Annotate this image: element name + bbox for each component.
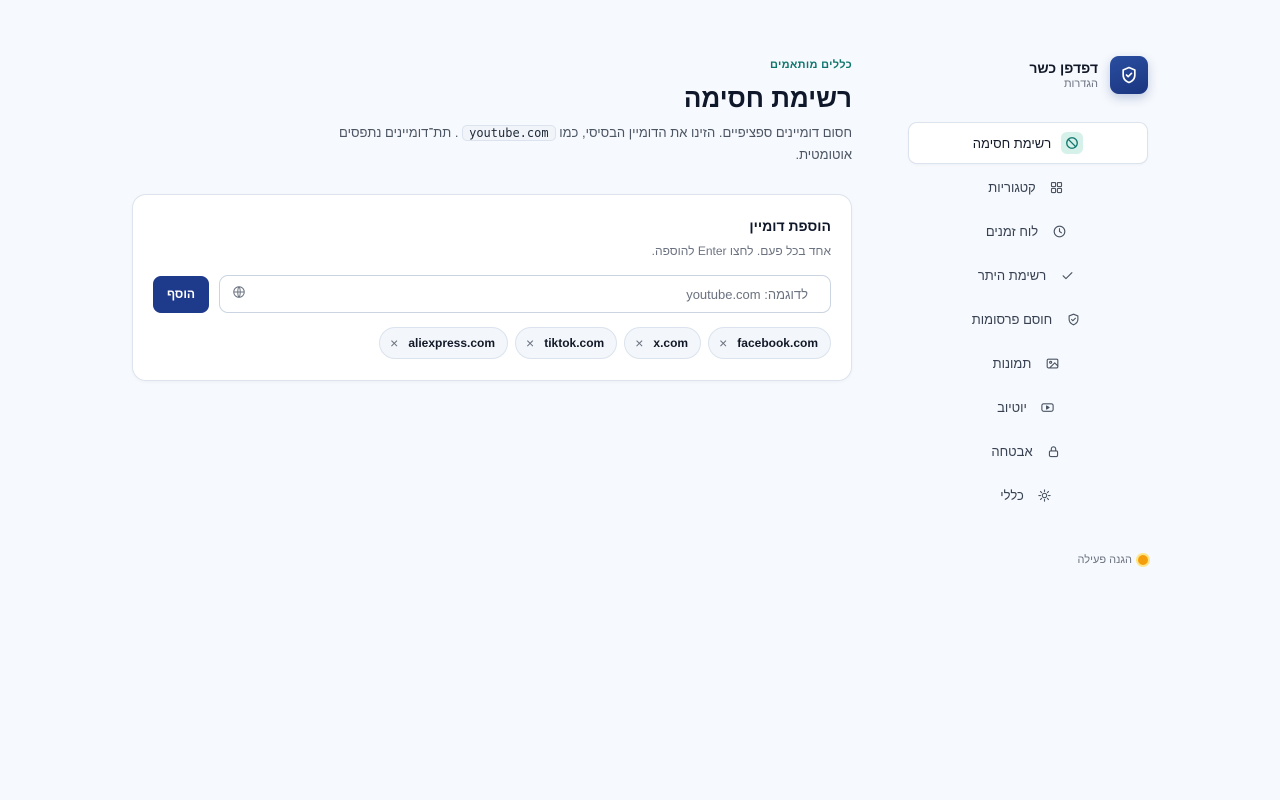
sidebar-item-label: רשימת היתר xyxy=(977,267,1047,283)
remove-domain-icon[interactable]: × xyxy=(526,336,534,350)
domain-input[interactable] xyxy=(256,286,818,302)
sidebar-item-label: רשימת חסימה xyxy=(972,135,1052,151)
brand-subtitle: הגדרות xyxy=(1063,78,1098,90)
domain-chip: aliexpress.com × xyxy=(379,327,509,359)
shield-logo-icon xyxy=(1110,56,1148,94)
section-eyebrow: כללים מותאמים xyxy=(769,59,852,71)
sidebar-item-label: כללי xyxy=(1000,487,1024,503)
domain-chip-label: tiktok.com xyxy=(544,336,605,350)
sidebar-item-label: לוח זמנים xyxy=(985,223,1039,239)
sidebar: דפדפן כשר הגדרות רשימת חסימה קטגוריות לו… xyxy=(908,56,1148,566)
add-domain-row: הוסף xyxy=(153,275,831,313)
sidebar-item-general[interactable]: כללי xyxy=(908,474,1148,516)
domain-chip-label: facebook.com xyxy=(737,336,818,350)
domain-chips: facebook.com × x.com × tiktok.com × alie… xyxy=(153,327,831,359)
sidebar-item-label: קטגוריות xyxy=(988,179,1036,195)
sidebar-item-schedule[interactable]: לוח זמנים xyxy=(908,210,1148,252)
status-dot xyxy=(1138,555,1148,565)
main-content: כללים מותאמים רשימת חסימה חסום דומיינים … xyxy=(132,58,852,381)
domain-input-wrapper xyxy=(219,275,831,313)
grid-icon xyxy=(1046,176,1068,198)
domain-chip: facebook.com × xyxy=(708,327,831,359)
sidebar-item-label: תמונות xyxy=(992,355,1032,371)
domain-chip: tiktok.com × xyxy=(515,327,618,359)
domain-chip-label: x.com xyxy=(653,336,689,350)
image-icon xyxy=(1041,352,1063,374)
sidebar-item-label: חוסם פרסומות xyxy=(971,311,1053,327)
brand: דפדפן כשר הגדרות xyxy=(908,56,1148,94)
sidebar-item-allowlist[interactable]: רשימת היתר xyxy=(908,254,1148,296)
description-text: חסום דומיינים ספציפיים. הזינו את הדומיין… xyxy=(559,125,852,140)
card-title: הוספת דומיין xyxy=(749,218,831,234)
page-title: רשימת חסימה xyxy=(683,83,852,113)
remove-domain-icon[interactable]: × xyxy=(635,336,643,350)
sidebar-nav: רשימת חסימה קטגוריות לוח זמנים רשימת הית… xyxy=(908,122,1148,516)
shield-icon xyxy=(1062,308,1084,330)
lock-icon xyxy=(1043,440,1065,462)
brand-name: דפדפן כשר xyxy=(1029,60,1098,76)
add-domain-button[interactable]: הוסף xyxy=(153,275,209,313)
block-icon xyxy=(1061,132,1084,154)
sidebar-item-label: אבטחה xyxy=(991,443,1033,459)
sidebar-item-youtube[interactable]: יוטיוב xyxy=(908,386,1148,428)
clock-icon xyxy=(1048,220,1070,242)
add-domain-card: הוספת דומיין אחד בכל פעם. לחצו Enter להו… xyxy=(132,194,852,381)
page-description: חסום דומיינים ספציפיים. הזינו את הדומיין… xyxy=(312,122,852,166)
status-label: הגנה פעילה xyxy=(1077,554,1132,566)
protection-status: הגנה פעילה xyxy=(1078,554,1148,566)
remove-domain-icon[interactable]: × xyxy=(719,336,727,350)
sidebar-item-security[interactable]: אבטחה xyxy=(908,430,1148,472)
globe-icon xyxy=(232,285,246,304)
sidebar-item-categories[interactable]: קטגוריות xyxy=(908,166,1148,208)
domain-chip: x.com × xyxy=(624,327,702,359)
domain-chip-label: aliexpress.com xyxy=(408,336,496,350)
sidebar-item-blocklist[interactable]: רשימת חסימה xyxy=(908,122,1148,164)
sidebar-item-label: יוטיוב xyxy=(997,399,1027,415)
remove-domain-icon[interactable]: × xyxy=(390,336,398,350)
youtube-icon xyxy=(1037,396,1059,418)
card-subtitle: אחד בכל פעם. לחצו Enter להוספה. xyxy=(651,244,831,258)
sidebar-item-images[interactable]: תמונות xyxy=(908,342,1148,384)
example-domain-code: youtube.com xyxy=(462,125,556,141)
check-icon xyxy=(1056,264,1078,286)
sun-icon xyxy=(1034,484,1056,506)
sidebar-item-adblock[interactable]: חוסם פרסומות xyxy=(908,298,1148,340)
